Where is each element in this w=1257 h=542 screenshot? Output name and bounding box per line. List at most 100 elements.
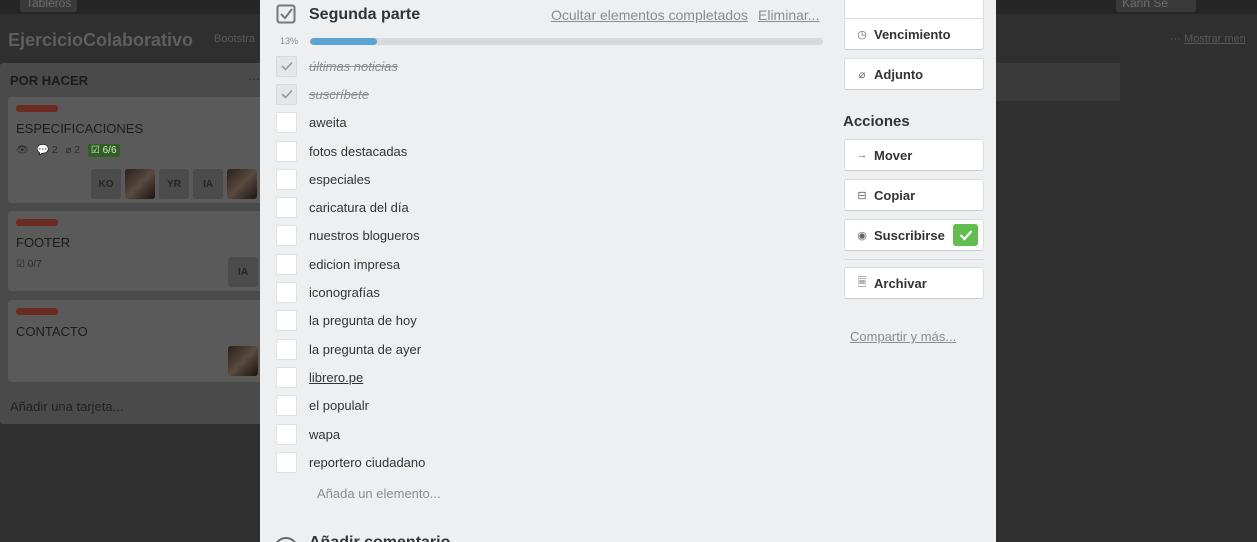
card-label <box>16 308 58 315</box>
checklist-item-text[interactable]: la pregunta de hoy <box>309 313 417 328</box>
actions-heading: Acciones <box>843 113 910 130</box>
checkbox[interactable] <box>276 451 297 473</box>
list-menu-icon[interactable]: … <box>248 69 260 83</box>
checklist-badge: ☑ 6/6 <box>87 144 120 157</box>
checklist-item[interactable]: fotos destacadas <box>276 137 836 165</box>
checkbox[interactable] <box>276 197 297 219</box>
member-avatar-photo[interactable] <box>227 169 257 199</box>
checkbox[interactable] <box>276 225 297 247</box>
checklist-item-text[interactable]: nuestros blogueros <box>309 228 420 243</box>
checklist-item-text[interactable]: edicion impresa <box>309 257 400 272</box>
subscribe-button[interactable]: ◉ Suscribirse <box>844 219 984 251</box>
sidebar-button-top[interactable] <box>844 0 984 20</box>
checklist-item-text[interactable]: especiales <box>309 172 370 187</box>
checklist-item-text[interactable]: suscríbete <box>309 87 369 102</box>
move-button[interactable]: → Mover <box>844 139 984 171</box>
card-especificaciones[interactable]: ESPECIFICACIONES 👁 💬 2 ⌀ 2 ☑ 6/6 KO YR I… <box>8 97 266 203</box>
board-title[interactable]: EjercicioColaborativo <box>8 30 193 51</box>
add-list-placeholder[interactable] <box>996 63 1120 101</box>
subscribed-check-icon <box>953 224 978 246</box>
archive-button[interactable]: 🗏 Archivar <box>844 267 984 299</box>
checklist-item-text[interactable]: aweita <box>309 115 347 130</box>
sidebar-divider <box>844 259 984 260</box>
checklist-item[interactable]: aweita <box>276 109 836 137</box>
member-avatar[interactable]: IA <box>228 257 258 287</box>
checkbox[interactable] <box>276 338 297 360</box>
checklist-item[interactable]: caricatura del día <box>276 193 836 221</box>
share-more-link[interactable]: Compartir y más... <box>850 329 956 344</box>
checklist-item[interactable]: edicion impresa <box>276 250 836 278</box>
checklist-item[interactable]: la pregunta de hoy <box>276 307 836 335</box>
checklist-item[interactable]: especiales <box>276 165 836 193</box>
checklist-item-text[interactable]: wapa <box>309 427 340 442</box>
member-avatar[interactable]: KO <box>91 169 121 199</box>
add-card-link[interactable]: Añadir una tarjeta... <box>10 399 123 414</box>
boards-button[interactable]: Tableros <box>20 0 78 12</box>
checklist-item[interactable]: el populalr <box>276 392 836 420</box>
copy-icon: ⊟ <box>857 189 867 202</box>
checklist-item-text[interactable]: librero.pe <box>309 370 363 385</box>
card-members <box>228 346 258 376</box>
checklist-progress-bar <box>310 38 823 45</box>
hide-completed-link[interactable]: Ocultar elementos completados <box>551 7 748 23</box>
board-team[interactable]: Bootstra <box>214 33 255 45</box>
checkbox-checked[interactable] <box>276 55 297 77</box>
checkbox[interactable] <box>276 366 297 388</box>
card-contacto[interactable]: CONTACTO <box>8 300 266 382</box>
card-title: CONTACTO <box>16 324 88 339</box>
progress-fill <box>310 38 377 45</box>
checklist-title[interactable]: Segunda parte <box>309 6 420 24</box>
member-avatar[interactable]: YR <box>159 169 189 199</box>
checkbox[interactable] <box>276 140 297 162</box>
delete-checklist-link[interactable]: Eliminar... <box>758 7 819 23</box>
checkbox[interactable] <box>276 112 297 134</box>
checklist-item[interactable]: wapa <box>276 420 836 448</box>
member-avatar[interactable]: IA <box>193 169 223 199</box>
checklist-item[interactable]: librero.pe <box>276 363 836 391</box>
card-title: FOOTER <box>16 235 71 250</box>
checkbox[interactable] <box>276 253 297 275</box>
checklist-badge: ☑ 0/7 <box>16 259 42 270</box>
checklist-item-text[interactable]: iconografías <box>309 285 380 300</box>
comment-icon <box>274 537 298 542</box>
checkbox[interactable] <box>276 423 297 445</box>
checkbox-checked[interactable] <box>276 83 297 105</box>
copy-button[interactable]: ⊟ Copiar <box>844 179 984 211</box>
checklist-item-text[interactable]: últimas noticias <box>309 59 398 74</box>
card-members: IA <box>228 257 258 287</box>
checklist-item[interactable]: reportero ciudadano <box>276 448 836 476</box>
checkbox[interactable] <box>276 168 297 190</box>
checklist-item[interactable]: nuestros blogueros <box>276 222 836 250</box>
card-label <box>16 219 58 226</box>
card-label <box>16 105 58 112</box>
member-avatar-photo[interactable] <box>228 346 258 376</box>
checklist-item[interactable]: la pregunta de ayer <box>276 335 836 363</box>
card-badges: 👁 💬 2 ⌀ 2 ☑ 6/6 <box>16 144 120 157</box>
card-detail-modal: Segunda parte Ocultar elementos completa… <box>260 0 996 542</box>
checkbox[interactable] <box>276 395 297 417</box>
attachment-button[interactable]: ⌀ Adjunto <box>844 58 984 90</box>
checklist-item-text[interactable]: caricatura del día <box>309 200 409 215</box>
checklist-item[interactable]: iconografías <box>276 278 836 306</box>
checklist-item[interactable]: suscríbete <box>276 80 836 108</box>
show-menu-link[interactable]: ··· Mostrar men <box>1170 33 1246 45</box>
checklist-items: últimas noticias suscríbete aweita fotos de… <box>276 52 836 476</box>
checklist-item-text[interactable]: la pregunta de ayer <box>309 342 421 357</box>
add-item-link[interactable]: Añada un elemento... <box>317 486 441 501</box>
attachments-badge: ⌀ 2 <box>65 145 80 156</box>
paperclip-icon: ⌀ <box>858 68 866 81</box>
checklist-item-text[interactable]: el populalr <box>309 398 369 413</box>
user-menu-button[interactable]: Karin Se <box>1116 0 1196 12</box>
card-footer[interactable]: FOOTER ☑ 0/7 IA <box>8 211 266 291</box>
checklist-icon <box>276 4 296 24</box>
checkbox[interactable] <box>276 282 297 304</box>
check-icon <box>280 90 293 100</box>
checkbox[interactable] <box>276 310 297 332</box>
checklist-item[interactable]: últimas noticias <box>276 52 836 80</box>
due-date-button[interactable]: ◷ Vencimiento <box>844 18 984 50</box>
watch-icon: 👁 <box>16 145 29 156</box>
archive-icon: 🗏 <box>857 276 867 289</box>
checklist-item-text[interactable]: fotos destacadas <box>309 144 407 159</box>
member-avatar-photo[interactable] <box>125 169 155 199</box>
checklist-item-text[interactable]: reportero ciudadano <box>309 455 425 470</box>
